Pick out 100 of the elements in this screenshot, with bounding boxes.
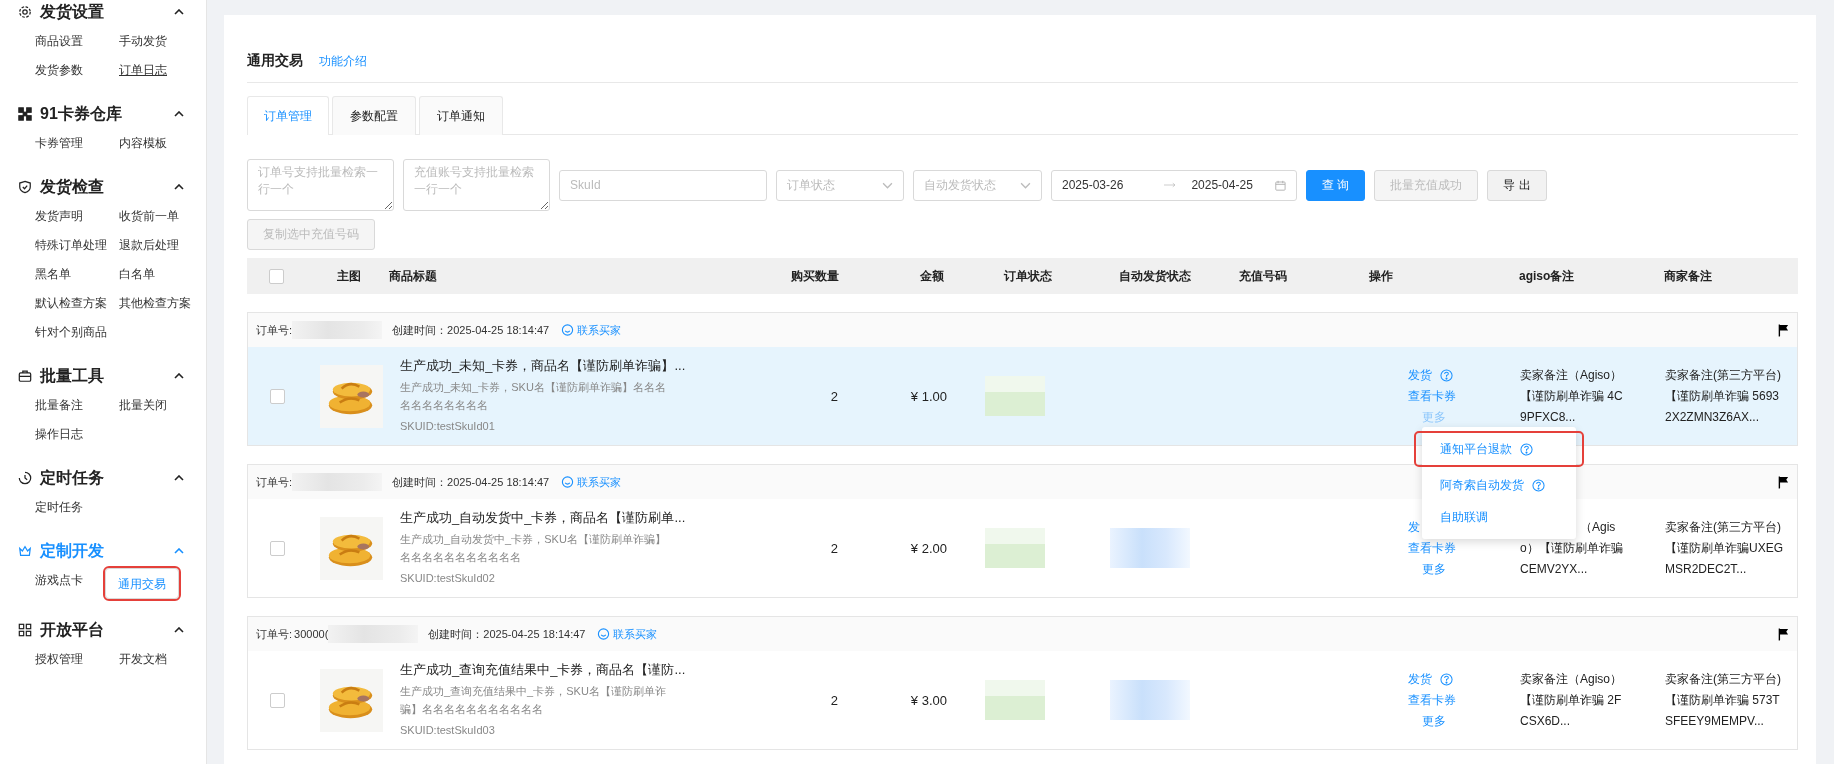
flag-icon[interactable] (1778, 627, 1789, 641)
row-checkbox[interactable] (269, 540, 285, 556)
order-number: 30000( (294, 628, 329, 640)
calendar-icon (1275, 178, 1286, 192)
page-title: 通用交易 (247, 52, 303, 70)
sidebar-item[interactable]: 特殊订单处理 (33, 231, 109, 260)
flag-icon[interactable] (1778, 475, 1789, 489)
chevron-icon (882, 181, 893, 189)
chat-icon (561, 323, 575, 337)
sidebar-item[interactable]: 其他检查方案 (117, 289, 193, 318)
action-button[interactable]: 导 出 (1487, 169, 1547, 201)
chevron-icon[interactable] (174, 9, 184, 15)
sidebar-item[interactable]: 卡券管理 (33, 129, 85, 158)
column-header: 商品标题 (389, 267, 438, 285)
row-checkbox[interactable] (269, 388, 285, 404)
crown-icon (18, 544, 32, 558)
chevron-icon[interactable] (174, 373, 184, 379)
tab[interactable]: 订单通知 (419, 96, 503, 135)
column-header: 充值号码 (1238, 267, 1288, 285)
column-header: 商家备注 (1663, 267, 1713, 285)
help-icon[interactable] (1440, 368, 1453, 382)
select-all-checkbox[interactable] (268, 268, 284, 284)
sidebar-item[interactable]: 操作日志 (33, 420, 85, 449)
briefcase-icon (18, 369, 32, 383)
chat-icon (561, 475, 575, 489)
gear-icon (18, 5, 32, 19)
created-time: 创建时间：2025-04-25 18:14:47 (392, 322, 550, 338)
sidebar-item[interactable]: 批量关闭 (117, 391, 169, 420)
chevron-icon[interactable] (174, 111, 184, 117)
skuid-field[interactable]: SkuId (559, 169, 767, 201)
chevron-icon (1020, 181, 1031, 189)
date-range-field[interactable]: 2025-03-26 2025-04-25 (1051, 169, 1297, 201)
sku-name: 生产成功_未知_卡券，SKU名【谨防刷单诈骗】名名名名名名名名名名名 (400, 380, 667, 413)
arrow-icon (1163, 182, 1176, 188)
sidebar-item[interactable]: 退款后处理 (117, 231, 181, 260)
sidebar-item[interactable]: 游戏点卡 (33, 566, 85, 601)
chat-icon (597, 627, 611, 641)
sidebar-item[interactable]: 发货参数 (33, 56, 85, 85)
chevron-icon[interactable] (174, 184, 184, 190)
apps-icon (18, 623, 32, 637)
merchant-note: 卖家备注(第三方平台)【谨防刷单诈骗UXEGMSR2DEC2T... (1664, 518, 1784, 578)
row-checkbox[interactable] (269, 692, 285, 708)
sidebar-item[interactable]: 授权管理 (33, 645, 85, 674)
amount: ¥ 1.00 (909, 388, 948, 404)
sidebar-item[interactable]: 订单日志 (117, 56, 169, 85)
created-time: 创建时间：2025-04-25 18:14:47 (428, 626, 586, 642)
order-number-label: 订单号: (256, 322, 293, 338)
sidebar-item[interactable]: 批量备注 (33, 391, 85, 420)
sku-name: 生产成功_查询充值结果中_卡券，SKU名【谨防刷单诈骗】名名名名名名名名名名名 (400, 684, 667, 717)
sidebar-item[interactable]: 内容模板 (117, 129, 169, 158)
section-title[interactable]: 批量工具 (40, 365, 174, 387)
column-header: 订单状态 (1002, 267, 1053, 285)
sidebar-item[interactable]: 默认检查方案 (33, 289, 109, 318)
chevron-icon[interactable] (174, 475, 184, 481)
help-icon[interactable] (1520, 442, 1533, 456)
product-title[interactable]: 生产成功_未知_卡券，商品名【谨防刷单诈骗】... (400, 357, 780, 375)
section-title[interactable]: 发货设置 (40, 1, 174, 23)
column-header: 金额 (919, 267, 945, 285)
flag-icon[interactable] (1778, 323, 1789, 337)
sidebar-item[interactable]: 商品设置 (33, 27, 85, 56)
section-title[interactable]: 定时任务 (40, 467, 174, 489)
column-header: 主图 (336, 267, 362, 285)
sidebar-item[interactable]: 发货声明 (33, 202, 85, 231)
order-number-label: 订单号: (256, 626, 293, 642)
sidebar-item[interactable]: 黑名单 (33, 260, 73, 289)
help-icon[interactable] (1440, 672, 1453, 686)
sidebar-item[interactable]: 开发文档 (117, 645, 169, 674)
amount: ¥ 3.00 (909, 692, 948, 708)
clock-icon (18, 471, 32, 485)
order-number-label: 订单号: (256, 474, 293, 490)
amount: ¥ 2.00 (909, 540, 948, 556)
chevron-icon[interactable] (174, 627, 184, 633)
quantity: 2 (829, 540, 839, 556)
sku-name: 生产成功_自动发货中_卡券，SKU名【谨防刷单诈骗】名名名名名名名名名名名 (400, 532, 667, 565)
section-title[interactable]: 开放平台 (40, 619, 174, 641)
agiso-note: 卖家备注（Agiso）【谨防刷单诈骗 2FCSX6D... (1519, 670, 1624, 730)
section-title[interactable]: 发货检查 (40, 176, 174, 198)
column-header: agiso备注 (1518, 267, 1576, 285)
grid-icon (18, 107, 32, 121)
quantity: 2 (829, 388, 839, 404)
sidebar-item[interactable]: 针对个别商品 (33, 318, 109, 347)
column-header: 购买数量 (790, 267, 840, 285)
column-header: 自动发货状态 (1118, 267, 1192, 285)
shield-icon (18, 180, 32, 194)
merchant-note: 卖家备注(第三方平台)【谨防刷单诈骗 56932X2ZMN3Z6AX... (1664, 366, 1782, 426)
column-header: 操作 (1368, 267, 1394, 285)
sidebar-item[interactable]: 收货前一单 (117, 202, 181, 231)
agiso-note: 卖家备注（Agiso）【谨防刷单诈骗 4C9PFXC8... (1519, 366, 1624, 426)
product-title[interactable]: 生产成功_查询充值结果中_卡券，商品名【谨防... (400, 661, 780, 679)
sidebar-item[interactable]: 手动发货 (117, 27, 169, 56)
sidebar-item[interactable]: 定时任务 (33, 493, 85, 522)
merchant-note: 卖家备注(第三方平台)【谨防刷单诈骗 573TSFEEY9MEMPV... (1664, 670, 1782, 730)
created-time: 创建时间：2025-04-25 18:14:47 (392, 474, 550, 490)
sidebar-item[interactable]: 白名单 (117, 260, 157, 289)
sku-id: SKUID:testSkuId02 (400, 571, 496, 586)
quantity: 2 (829, 692, 839, 708)
section-title[interactable]: 91卡券仓库 (40, 103, 174, 125)
help-icon[interactable] (1532, 478, 1545, 492)
tab[interactable]: 参数配置 (332, 96, 416, 135)
product-title[interactable]: 生产成功_自动发货中_卡券，商品名【谨防刷单... (400, 509, 780, 527)
